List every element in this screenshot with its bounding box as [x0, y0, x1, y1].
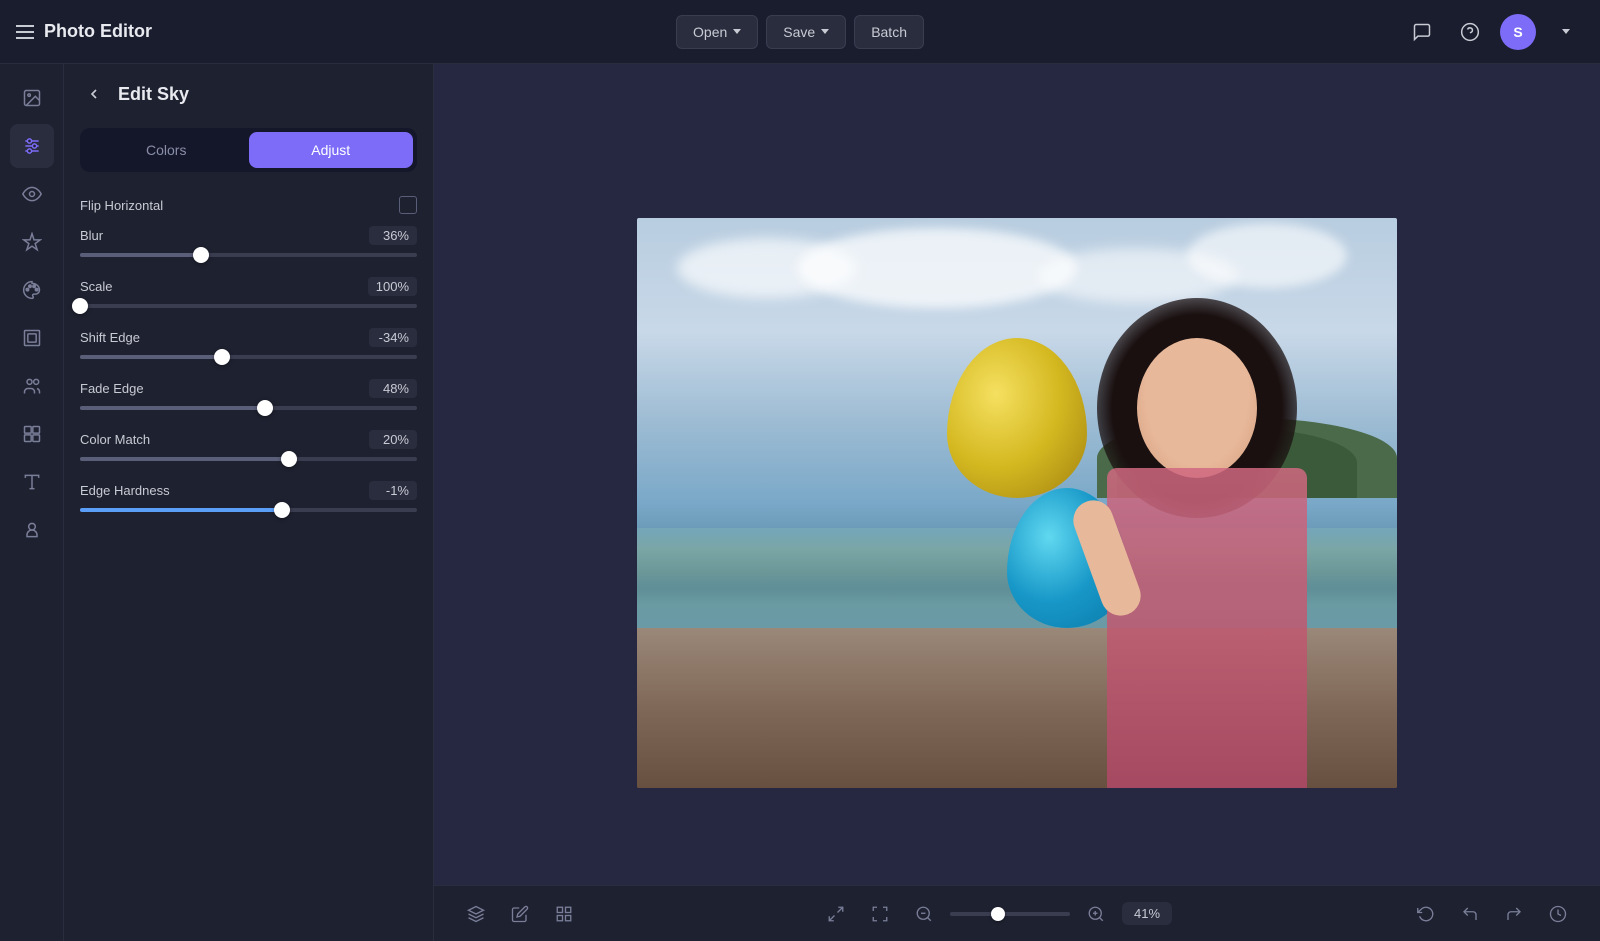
chevron-down-icon [821, 29, 829, 34]
sidebar-icon-paint[interactable] [10, 268, 54, 312]
chat-icon-button[interactable] [1404, 14, 1440, 50]
fade-edge-value: 48% [369, 379, 417, 398]
topbar: Photo Editor Open Save Batch S [0, 0, 1600, 64]
undo-button[interactable] [1452, 896, 1488, 932]
sidebar-icon-stamp[interactable] [10, 508, 54, 552]
bottom-center-tools: 41% [818, 896, 1172, 932]
edge-hardness-slider[interactable] [80, 508, 417, 512]
rotate-button[interactable] [1408, 896, 1444, 932]
redo-button[interactable] [1496, 896, 1532, 932]
menu-icon[interactable] [16, 25, 34, 39]
sidebar-icon-adjustments[interactable] [10, 124, 54, 168]
sidebar-icon-image[interactable] [10, 76, 54, 120]
flip-horizontal-checkbox[interactable] [399, 196, 417, 214]
bottom-left-tools [458, 896, 582, 932]
open-button[interactable]: Open [676, 15, 758, 49]
topbar-center: Open Save Batch [676, 15, 924, 49]
zoom-fit-button[interactable] [862, 896, 898, 932]
panel-title: Edit Sky [118, 84, 189, 105]
scale-row: Scale 100% [80, 277, 417, 296]
photo-frame [637, 218, 1397, 788]
photo-background [637, 218, 1397, 788]
grid-button[interactable] [546, 896, 582, 932]
fit-screen-button[interactable] [818, 896, 854, 932]
zoom-level: 41% [1122, 902, 1172, 925]
edge-hardness-value: -1% [369, 481, 417, 500]
shift-edge-label: Shift Edge [80, 330, 140, 345]
shift-edge-slider[interactable] [80, 355, 417, 359]
bottom-toolbar: 41% [434, 885, 1600, 941]
batch-button[interactable]: Batch [854, 15, 924, 49]
sidebar-icon-eye[interactable] [10, 172, 54, 216]
color-match-row: Color Match 20% [80, 430, 417, 449]
sidebar-icon-effects[interactable] [10, 412, 54, 456]
topbar-right: S [924, 14, 1584, 50]
tab-adjust[interactable]: Adjust [249, 132, 414, 168]
tab-group: Colors Adjust [80, 128, 417, 172]
scale-label: Scale [80, 279, 113, 294]
panel-header: Edit Sky [80, 80, 417, 108]
zoom-in-button[interactable] [1078, 896, 1114, 932]
flip-horizontal-row: Flip Horizontal [80, 196, 417, 214]
tab-colors[interactable]: Colors [84, 132, 249, 168]
edge-hardness-row: Edge Hardness -1% [80, 481, 417, 500]
help-icon-button[interactable] [1452, 14, 1488, 50]
yellow-balloon [947, 338, 1087, 498]
flip-horizontal-label: Flip Horizontal [80, 198, 163, 213]
save-button[interactable]: Save [766, 15, 846, 49]
topbar-left: Photo Editor [16, 21, 676, 42]
sidebar-icon-text[interactable] [10, 460, 54, 504]
scale-slider[interactable] [80, 304, 417, 308]
fade-edge-row: Fade Edge 48% [80, 379, 417, 398]
color-match-value: 20% [369, 430, 417, 449]
fade-edge-slider[interactable] [80, 406, 417, 410]
back-button[interactable] [80, 80, 108, 108]
canvas-area: 41% [434, 64, 1600, 941]
app-title: Photo Editor [44, 21, 152, 42]
main-area: Edit Sky Colors Adjust Flip Horizontal B… [0, 64, 1600, 941]
sidebar-icon-frame[interactable] [10, 316, 54, 360]
sidebar-icon-people[interactable] [10, 364, 54, 408]
blur-value: 36% [369, 226, 417, 245]
sidebar-icon-magic[interactable] [10, 220, 54, 264]
scale-value: 100% [368, 277, 417, 296]
history-button[interactable] [1540, 896, 1576, 932]
chevron-down-icon [1562, 29, 1570, 34]
icon-sidebar [0, 64, 64, 941]
blur-row: Blur 36% [80, 226, 417, 245]
zoom-slider[interactable] [950, 912, 1070, 916]
blur-label: Blur [80, 228, 103, 243]
bottom-right-tools [1408, 896, 1576, 932]
blur-slider[interactable] [80, 253, 417, 257]
user-avatar[interactable]: S [1500, 14, 1536, 50]
shift-edge-value: -34% [369, 328, 417, 347]
fade-edge-label: Fade Edge [80, 381, 144, 396]
color-match-slider[interactable] [80, 457, 417, 461]
shift-edge-row: Shift Edge -34% [80, 328, 417, 347]
layers-button[interactable] [458, 896, 494, 932]
zoom-out-button[interactable] [906, 896, 942, 932]
edit-panel: Edit Sky Colors Adjust Flip Horizontal B… [64, 64, 434, 941]
color-match-label: Color Match [80, 432, 150, 447]
edge-hardness-label: Edge Hardness [80, 483, 170, 498]
chevron-down-icon [733, 29, 741, 34]
edit-button[interactable] [502, 896, 538, 932]
photo-container [637, 218, 1397, 788]
user-menu-chevron[interactable] [1548, 14, 1584, 50]
